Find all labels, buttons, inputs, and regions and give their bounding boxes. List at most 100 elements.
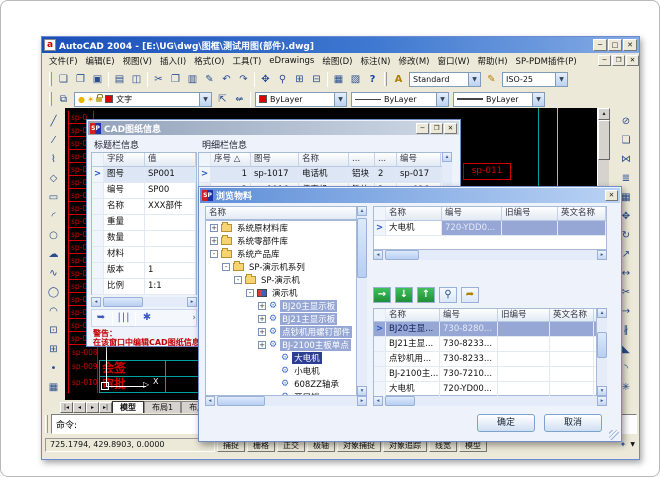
menu-format[interactable]: 格式(O) xyxy=(190,54,228,68)
browse-dialog-titlebar[interactable]: SP 浏览物料 ✕ xyxy=(200,188,620,203)
col-name[interactable]: 名称 xyxy=(386,207,442,220)
plot-icon[interactable]: ▤ xyxy=(111,71,128,88)
menu-modify[interactable]: 修改(M) xyxy=(395,54,434,68)
layer-on-bulb-icon[interactable]: ● xyxy=(78,95,85,104)
col-old-code[interactable]: 旧编号 xyxy=(502,207,558,220)
offset-icon[interactable]: ≣ xyxy=(618,170,635,187)
selected-table-hscrollbar[interactable]: ◂ ▸ xyxy=(373,250,607,260)
layer-combo[interactable]: ● ☀ 文字 ▼ xyxy=(74,92,212,107)
line-icon[interactable]: ╱ xyxy=(45,113,62,130)
pan-icon[interactable]: ✥ xyxy=(257,71,274,88)
paste-icon[interactable]: ▥ xyxy=(184,71,201,88)
ellipse-arc-icon[interactable]: ◠ xyxy=(45,303,62,320)
transfer-icon[interactable]: ➦ xyxy=(461,287,479,303)
scroll-up-icon[interactable]: ▴ xyxy=(597,308,607,318)
col-dots2[interactable]: ... xyxy=(375,153,397,166)
zoom-window-icon[interactable]: ⊞ xyxy=(291,71,308,88)
table-row[interactable]: 点钞机用... 730-8233... xyxy=(374,352,596,367)
tree-hscrollbar[interactable]: ◂ ▸ xyxy=(205,396,367,406)
table-row[interactable]: > BJ20主显... 730-8280... xyxy=(374,322,596,337)
menu-insert[interactable]: 插入(I) xyxy=(156,54,190,68)
collapse-icon[interactable]: - xyxy=(210,250,218,258)
scroll-right-icon[interactable]: ▸ xyxy=(357,396,367,406)
app-titlebar[interactable]: a AutoCAD 2004 - [E:\UG\dwg\图框\测试用图(部件).… xyxy=(42,37,639,53)
table-row[interactable]: 版本 1 xyxy=(92,263,196,279)
menu-help[interactable]: 帮助(H) xyxy=(474,54,512,68)
status-tray-arrow-icon[interactable]: ▼ xyxy=(630,441,635,448)
tree-item-bj20-board[interactable]: + ⚙ BJ20主显示板 xyxy=(206,299,356,312)
tab-layout1[interactable]: 布局1 xyxy=(144,401,181,413)
open-icon[interactable]: ❒ xyxy=(72,71,89,88)
table-row[interactable]: BJ-2100主... 730-7210... xyxy=(374,367,596,382)
collapse-icon[interactable]: - xyxy=(234,276,242,284)
menu-view[interactable]: 视图(V) xyxy=(119,54,156,68)
text-style-combo[interactable]: Standard ▼ xyxy=(409,72,481,87)
col-dots1[interactable]: ... xyxy=(349,153,375,166)
tab-prev-button[interactable]: ◂ xyxy=(73,402,86,413)
tab-last-button[interactable]: ▸| xyxy=(99,402,112,413)
scroll-up-icon[interactable]: ▴ xyxy=(598,108,610,120)
col-english-name[interactable]: 英文名称 xyxy=(550,309,594,321)
tree-item-bj2100-board[interactable]: + ⚙ BJ-2100主板单点 xyxy=(206,338,356,351)
scroll-up-icon[interactable]: ▴ xyxy=(442,152,452,162)
dialog-close-button[interactable]: ✕ xyxy=(444,123,457,134)
tree-vscrollbar[interactable]: ▴ ▾ xyxy=(357,206,367,396)
linetype-combo[interactable]: ByLayer ▼ xyxy=(351,92,449,107)
table-row[interactable]: 大电机 720-YD00... xyxy=(374,382,596,397)
expand-icon[interactable]: + xyxy=(258,328,266,336)
layer-previous-icon[interactable]: ⇍ xyxy=(231,91,248,108)
tree-item-sp-demo-series[interactable]: - SP-演示机系列 xyxy=(206,260,356,273)
spline-icon[interactable]: ∿ xyxy=(45,265,62,282)
col-name[interactable]: 名称 xyxy=(386,309,440,321)
col-name[interactable]: 名称 xyxy=(299,153,349,166)
col-code[interactable]: 编号 xyxy=(397,153,441,166)
chevron-down-icon[interactable]: ▼ xyxy=(199,93,211,106)
tree-item-parts-lib[interactable]: + 系统零部件库 xyxy=(206,234,356,247)
table-row[interactable]: 材料 xyxy=(92,247,196,263)
scroll-thumb[interactable] xyxy=(385,250,419,260)
color-combo[interactable]: ByLayer ▼ xyxy=(255,92,347,107)
tree-item-small-motor[interactable]: ⚙ 小电机 xyxy=(206,364,356,377)
send-right-button[interactable]: → xyxy=(373,287,391,303)
plot-preview-icon[interactable]: ◫ xyxy=(128,71,145,88)
col-field[interactable]: 字段 xyxy=(104,153,145,166)
table-row[interactable]: 名称 XXX部件 xyxy=(92,199,196,215)
doc-close-button[interactable]: ✕ xyxy=(626,55,639,66)
cancel-button[interactable]: 取消 xyxy=(544,414,602,432)
cad-info-dialog-titlebar[interactable]: SP CAD图纸信息 ─ ❐ ✕ xyxy=(88,121,459,135)
command-window-grip[interactable] xyxy=(45,415,48,433)
titleblock-hscrollbar[interactable]: ◂ ▸ xyxy=(91,297,197,307)
layer-lock-icon[interactable] xyxy=(96,97,102,102)
tab-model[interactable]: 模型 xyxy=(112,401,144,413)
scroll-up-icon[interactable]: ▴ xyxy=(357,206,367,216)
col-code[interactable]: 编号 xyxy=(440,309,498,321)
tree-item-screw-part[interactable]: + ⚙ 点钞机用螺钉部件 xyxy=(206,325,356,338)
scroll-left-icon[interactable]: ◂ xyxy=(205,396,215,406)
search-icon[interactable]: ⚲ xyxy=(439,287,457,303)
scroll-thumb[interactable] xyxy=(103,297,143,307)
toolbar-grip[interactable] xyxy=(384,72,387,86)
scroll-left-icon[interactable]: ◂ xyxy=(91,297,101,307)
table-row[interactable]: 比例 1:1 xyxy=(92,279,196,295)
layer-color-swatch[interactable] xyxy=(105,95,113,103)
save-icon[interactable]: ▣ xyxy=(89,71,106,88)
scroll-down-icon[interactable]: ▾ xyxy=(357,386,367,396)
menu-file[interactable]: 文件(F) xyxy=(45,54,82,68)
ellipse-icon[interactable]: ◯ xyxy=(45,284,62,301)
layers-dialog-icon[interactable]: ⧉ xyxy=(55,91,72,108)
close-button[interactable]: ✕ xyxy=(623,39,637,51)
dialog-close-button[interactable]: ✕ xyxy=(605,190,618,201)
doc-minimize-button[interactable]: ─ xyxy=(598,55,611,66)
undo-icon[interactable]: ↶ xyxy=(218,71,235,88)
col-drawing-no[interactable]: 图号 xyxy=(251,153,299,166)
scroll-thumb[interactable] xyxy=(357,218,367,278)
chevron-down-icon[interactable]: ▼ xyxy=(468,73,480,86)
scroll-left-icon[interactable]: ◂ xyxy=(373,250,383,260)
erase-icon[interactable]: ⊘ xyxy=(618,113,635,130)
expand-icon[interactable]: + xyxy=(210,237,218,245)
chevron-down-icon[interactable]: ▼ xyxy=(532,93,544,106)
chevron-down-icon[interactable]: ▼ xyxy=(555,73,567,86)
maximize-button[interactable]: □ xyxy=(608,39,622,51)
scroll-down-icon[interactable]: ▾ xyxy=(597,386,607,396)
col-value[interactable]: 值 xyxy=(145,153,196,166)
